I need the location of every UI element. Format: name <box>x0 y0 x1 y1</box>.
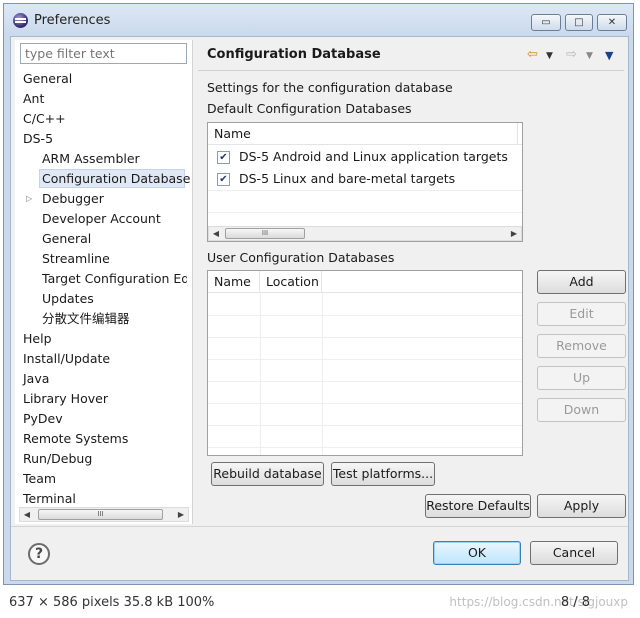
view-menu-icon[interactable]: ▼ <box>605 49 613 62</box>
tree-item-help[interactable]: Help <box>23 329 52 348</box>
restore-defaults-button[interactable]: Restore Defaults <box>425 494 531 518</box>
watermark: https://blog.csdn.net/sigjouxp <box>449 595 628 609</box>
tree-item-run-debug[interactable]: Run/Debug <box>23 449 92 468</box>
column-header-name[interactable]: Name <box>208 271 260 293</box>
user-databases-label: User Configuration Databases <box>207 250 395 265</box>
tree-item-terminal[interactable]: Terminal <box>23 489 76 508</box>
row-divider <box>208 447 522 448</box>
tree-item-debugger[interactable]: Debugger <box>42 189 104 208</box>
tree-item-cpp[interactable]: C/C++ <box>23 109 66 128</box>
scroll-right-icon[interactable]: ▶ <box>507 227 521 240</box>
row-checkbox[interactable]: ✔ <box>217 151 230 164</box>
tree-item-streamline[interactable]: Streamline <box>42 249 110 268</box>
tree-item-ds5[interactable]: DS-5 <box>23 129 53 148</box>
title-separator <box>198 70 624 71</box>
tree-item-configuration-database[interactable]: Configuration Database <box>39 169 190 188</box>
add-button[interactable]: Add <box>537 270 626 294</box>
row-divider <box>208 403 522 404</box>
row-divider <box>208 315 522 316</box>
image-info: 637 × 586 pixels 35.8 kB 100% <box>9 595 215 610</box>
preferences-window: Preferences ▭ □ ✕ General Ant C/C++ DS-5… <box>3 3 634 585</box>
default-databases-label: Default Configuration Databases <box>207 101 412 116</box>
table-row[interactable]: ✔ DS-5 Linux and bare-metal targets <box>208 168 522 190</box>
rebuild-database-button[interactable]: Rebuild database <box>211 462 324 486</box>
minimize-icon: ▭ <box>541 17 551 28</box>
row-divider <box>208 190 522 191</box>
title-bar[interactable]: Preferences ▭ □ ✕ <box>4 4 633 36</box>
preference-page: Configuration Database ⇦ ▼ ⇨ ▼ ▼ Setting… <box>196 40 626 524</box>
row-divider <box>208 359 522 360</box>
scroll-left-icon[interactable]: ◀ <box>20 508 34 521</box>
table-row[interactable]: ✔ DS-5 Android and Linux application tar… <box>208 146 522 168</box>
test-platforms-button[interactable]: Test platforms... <box>331 462 435 486</box>
tree-item-general[interactable]: General <box>23 69 72 88</box>
tree-item-library-hover[interactable]: Library Hover <box>23 389 108 408</box>
tree-item-updates[interactable]: Updates <box>42 289 94 308</box>
page-description: Settings for the configuration database <box>207 80 453 95</box>
tree-item-arm-assembler[interactable]: ARM Assembler <box>42 149 140 168</box>
column-header-name[interactable]: Name <box>208 123 518 145</box>
table-header: Name <box>208 123 522 145</box>
button-bar-separator <box>11 526 628 527</box>
filter-input[interactable] <box>20 43 187 64</box>
row-divider <box>208 212 522 213</box>
table-header: Name Location <box>208 271 522 293</box>
table-horizontal-scrollbar[interactable]: ◀ III ▶ <box>208 226 522 241</box>
forward-arrow-icon[interactable]: ⇨ <box>566 47 577 62</box>
maximize-button[interactable]: □ <box>565 14 593 31</box>
cancel-button[interactable]: Cancel <box>530 541 618 565</box>
window-title: Preferences <box>34 13 111 28</box>
image-viewer-status-bar: 637 × 586 pixels 35.8 kB 100% https://bl… <box>0 588 640 618</box>
row-checkbox[interactable]: ✔ <box>217 173 230 186</box>
tree-expand-icon[interactable]: ▷ <box>26 194 32 203</box>
page-title: Configuration Database <box>207 47 381 62</box>
back-arrow-icon[interactable]: ⇦ <box>527 47 538 62</box>
column-divider <box>260 293 261 455</box>
default-databases-table[interactable]: Name ✔ DS-5 Android and Linux applicatio… <box>207 122 523 242</box>
tree-item-scatter-file-editor[interactable]: 分散文件编辑器 <box>42 309 130 328</box>
tree-item-java[interactable]: Java <box>23 369 49 388</box>
minimize-button[interactable]: ▭ <box>531 14 561 31</box>
edit-button[interactable]: Edit <box>537 302 626 326</box>
row-divider <box>208 381 522 382</box>
scroll-thumb[interactable]: III <box>225 228 305 239</box>
row-divider <box>208 337 522 338</box>
back-menu-chevron-icon[interactable]: ▼ <box>546 51 553 61</box>
column-divider <box>322 293 323 455</box>
eclipse-app-icon <box>13 13 28 28</box>
ok-button[interactable]: OK <box>433 541 521 565</box>
close-window-button[interactable]: ✕ <box>597 14 627 31</box>
tree-item-ds5-general[interactable]: General <box>42 229 91 248</box>
help-icon[interactable]: ? <box>28 543 50 565</box>
down-button[interactable]: Down <box>537 398 626 422</box>
close-icon: ✕ <box>607 17 617 28</box>
row-label: DS-5 Android and Linux application targe… <box>239 149 508 164</box>
maximize-icon: □ <box>574 17 584 28</box>
tree-item-team[interactable]: Team <box>23 469 56 488</box>
page-counter: 8 / 8 <box>560 595 590 610</box>
column-header-location[interactable]: Location <box>260 271 322 293</box>
tree-item-install-update[interactable]: Install/Update <box>23 349 110 368</box>
user-databases-table[interactable]: Name Location <box>207 270 523 456</box>
scroll-right-icon[interactable]: ▶ <box>174 508 188 521</box>
preference-tree-pane: General Ant C/C++ DS-5 ARM Assembler Con… <box>15 40 193 524</box>
tree-item-ant[interactable]: Ant <box>23 89 44 108</box>
dialog-content: General Ant C/C++ DS-5 ARM Assembler Con… <box>10 36 629 581</box>
tree-horizontal-scrollbar[interactable]: ◀ III ▶ <box>19 507 189 522</box>
forward-menu-chevron-icon[interactable]: ▼ <box>586 51 593 61</box>
scroll-thumb[interactable]: III <box>38 509 163 520</box>
up-button[interactable]: Up <box>537 366 626 390</box>
tree-item-pydev[interactable]: PyDev <box>23 409 63 428</box>
scroll-left-icon[interactable]: ◀ <box>209 227 223 240</box>
tree-item-remote-systems[interactable]: Remote Systems <box>23 429 128 448</box>
tree-item-developer-account[interactable]: Developer Account <box>42 209 161 228</box>
tree-item-target-configuration-editor[interactable]: Target Configuration Edi <box>42 269 187 288</box>
apply-button[interactable]: Apply <box>537 494 626 518</box>
remove-button[interactable]: Remove <box>537 334 626 358</box>
row-divider <box>208 425 522 426</box>
row-label: DS-5 Linux and bare-metal targets <box>239 171 456 186</box>
